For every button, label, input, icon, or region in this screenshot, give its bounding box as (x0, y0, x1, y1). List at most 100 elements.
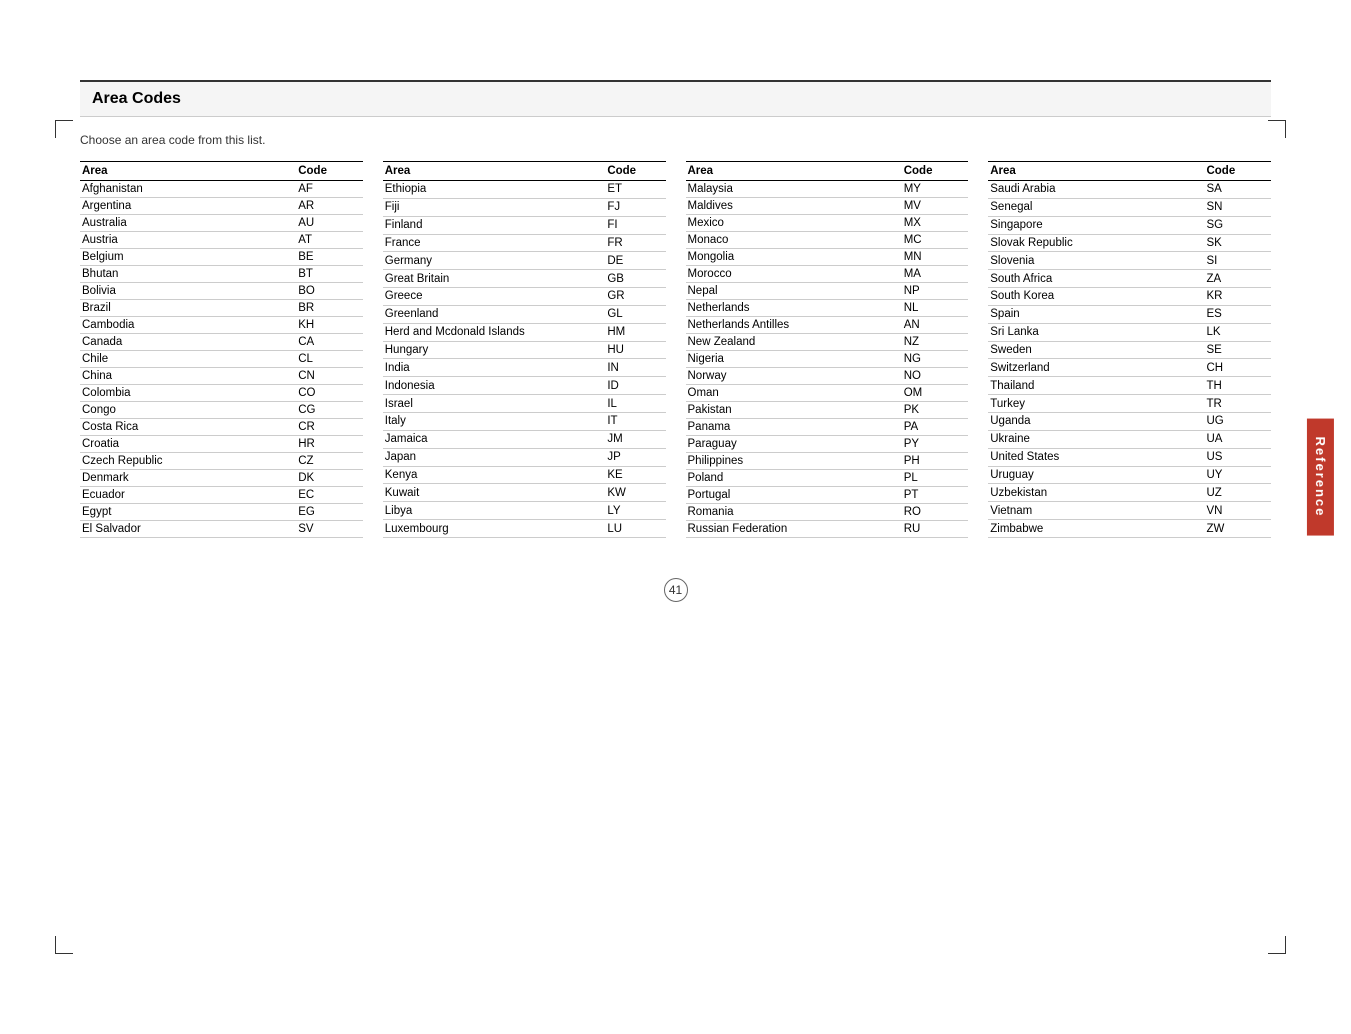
area-name: Costa Rica (80, 419, 296, 436)
area-name: Finland (383, 216, 606, 234)
area-name: Saudi Arabia (988, 181, 1204, 199)
area-name: Great Britain (383, 270, 606, 288)
area-name: Slovenia (988, 252, 1204, 270)
table-row: NorwayNO (686, 368, 969, 385)
area-name: Libya (383, 502, 606, 520)
table-row: FinlandFI (383, 216, 666, 234)
table-row: BhutanBT (80, 266, 363, 283)
table-row: BelgiumBE (80, 249, 363, 266)
area-name: Austria (80, 232, 296, 249)
area-code: MV (902, 198, 969, 215)
reference-tab: Reference (1307, 419, 1334, 536)
area-name: Luxembourg (383, 520, 606, 538)
area-code: TR (1204, 395, 1271, 413)
area-name: Uganda (988, 412, 1204, 430)
area-name: Colombia (80, 385, 296, 402)
table-row: PanamaPA (686, 419, 969, 436)
area-code: RU (902, 521, 969, 538)
table-row: MaldivesMV (686, 198, 969, 215)
area-code: KW (605, 484, 665, 502)
area-code: PA (902, 419, 969, 436)
table-row: PhilippinesPH (686, 453, 969, 470)
area-name: Netherlands (686, 300, 902, 317)
area-name: Kuwait (383, 484, 606, 502)
area-code: HM (605, 323, 665, 341)
area-name: Brazil (80, 300, 296, 317)
area-table-2: AreaCodeEthiopiaETFijiFJFinlandFIFranceF… (383, 161, 666, 538)
area-code: HU (605, 341, 665, 359)
area-code: BR (296, 300, 363, 317)
table-row: ThailandTH (988, 377, 1271, 395)
corner-mark-rt (1285, 120, 1286, 138)
table-row: PakistanPK (686, 402, 969, 419)
area-code: KR (1204, 288, 1271, 306)
col-header-code-3: Code (1204, 162, 1271, 181)
area-code: ZA (1204, 270, 1271, 288)
table-row: HungaryHU (383, 341, 666, 359)
corner-mark-rb (1285, 936, 1286, 954)
area-code: EC (296, 487, 363, 504)
area-name: Portugal (686, 487, 902, 504)
table-row: BoliviaBO (80, 283, 363, 300)
table-row: OmanOM (686, 385, 969, 402)
area-name: Germany (383, 252, 606, 270)
area-name: Congo (80, 402, 296, 419)
area-code: LU (605, 520, 665, 538)
corner-mark-lt (55, 120, 56, 138)
area-name: Cambodia (80, 317, 296, 334)
area-code: FJ (605, 198, 665, 216)
area-name: Indonesia (383, 377, 606, 395)
table-row: Saudi ArabiaSA (988, 181, 1271, 199)
area-code: CL (296, 351, 363, 368)
area-name: El Salvador (80, 521, 296, 538)
area-name: United States (988, 448, 1204, 466)
area-code: FI (605, 216, 665, 234)
area-code: BE (296, 249, 363, 266)
table-row: EthiopiaET (383, 181, 666, 199)
area-code: SN (1204, 198, 1271, 216)
area-code: ET (605, 181, 665, 199)
table-row: LibyaLY (383, 502, 666, 520)
table-row: MexicoMX (686, 215, 969, 232)
table-row: SwedenSE (988, 341, 1271, 359)
table-row: IsraelIL (383, 395, 666, 413)
area-code: GR (605, 288, 665, 306)
area-name: Senegal (988, 198, 1204, 216)
table-row: FranceFR (383, 234, 666, 252)
area-code: CA (296, 334, 363, 351)
area-name: Panama (686, 419, 902, 436)
area-code: DE (605, 252, 665, 270)
area-code: CG (296, 402, 363, 419)
table-row: SpainES (988, 305, 1271, 323)
area-name: Hungary (383, 341, 606, 359)
area-code: BO (296, 283, 363, 300)
area-name: Malaysia (686, 181, 902, 198)
table-row: JamaicaJM (383, 430, 666, 448)
area-code: MA (902, 266, 969, 283)
area-name: Turkey (988, 395, 1204, 413)
col-header-area-3: Area (988, 162, 1204, 181)
area-code: JM (605, 430, 665, 448)
table-row: El SalvadorSV (80, 521, 363, 538)
area-name: South Africa (988, 270, 1204, 288)
table-row: NigeriaNG (686, 351, 969, 368)
area-name: Thailand (988, 377, 1204, 395)
area-code: GB (605, 270, 665, 288)
area-code: GL (605, 305, 665, 323)
area-code: MC (902, 232, 969, 249)
corner-mark-tr (1268, 120, 1286, 121)
area-name: Morocco (686, 266, 902, 283)
col-header-area-0: Area (80, 162, 296, 181)
area-name: Croatia (80, 436, 296, 453)
area-code: PY (902, 436, 969, 453)
table-row: SingaporeSG (988, 216, 1271, 234)
area-name: Egypt (80, 504, 296, 521)
table-row: CongoCG (80, 402, 363, 419)
table-row: ZimbabweZW (988, 520, 1271, 538)
table-row: CanadaCA (80, 334, 363, 351)
area-code: LK (1204, 323, 1271, 341)
area-code: RO (902, 504, 969, 521)
area-name: South Korea (988, 288, 1204, 306)
area-name: Zimbabwe (988, 520, 1204, 538)
corner-mark-tl (55, 120, 73, 121)
